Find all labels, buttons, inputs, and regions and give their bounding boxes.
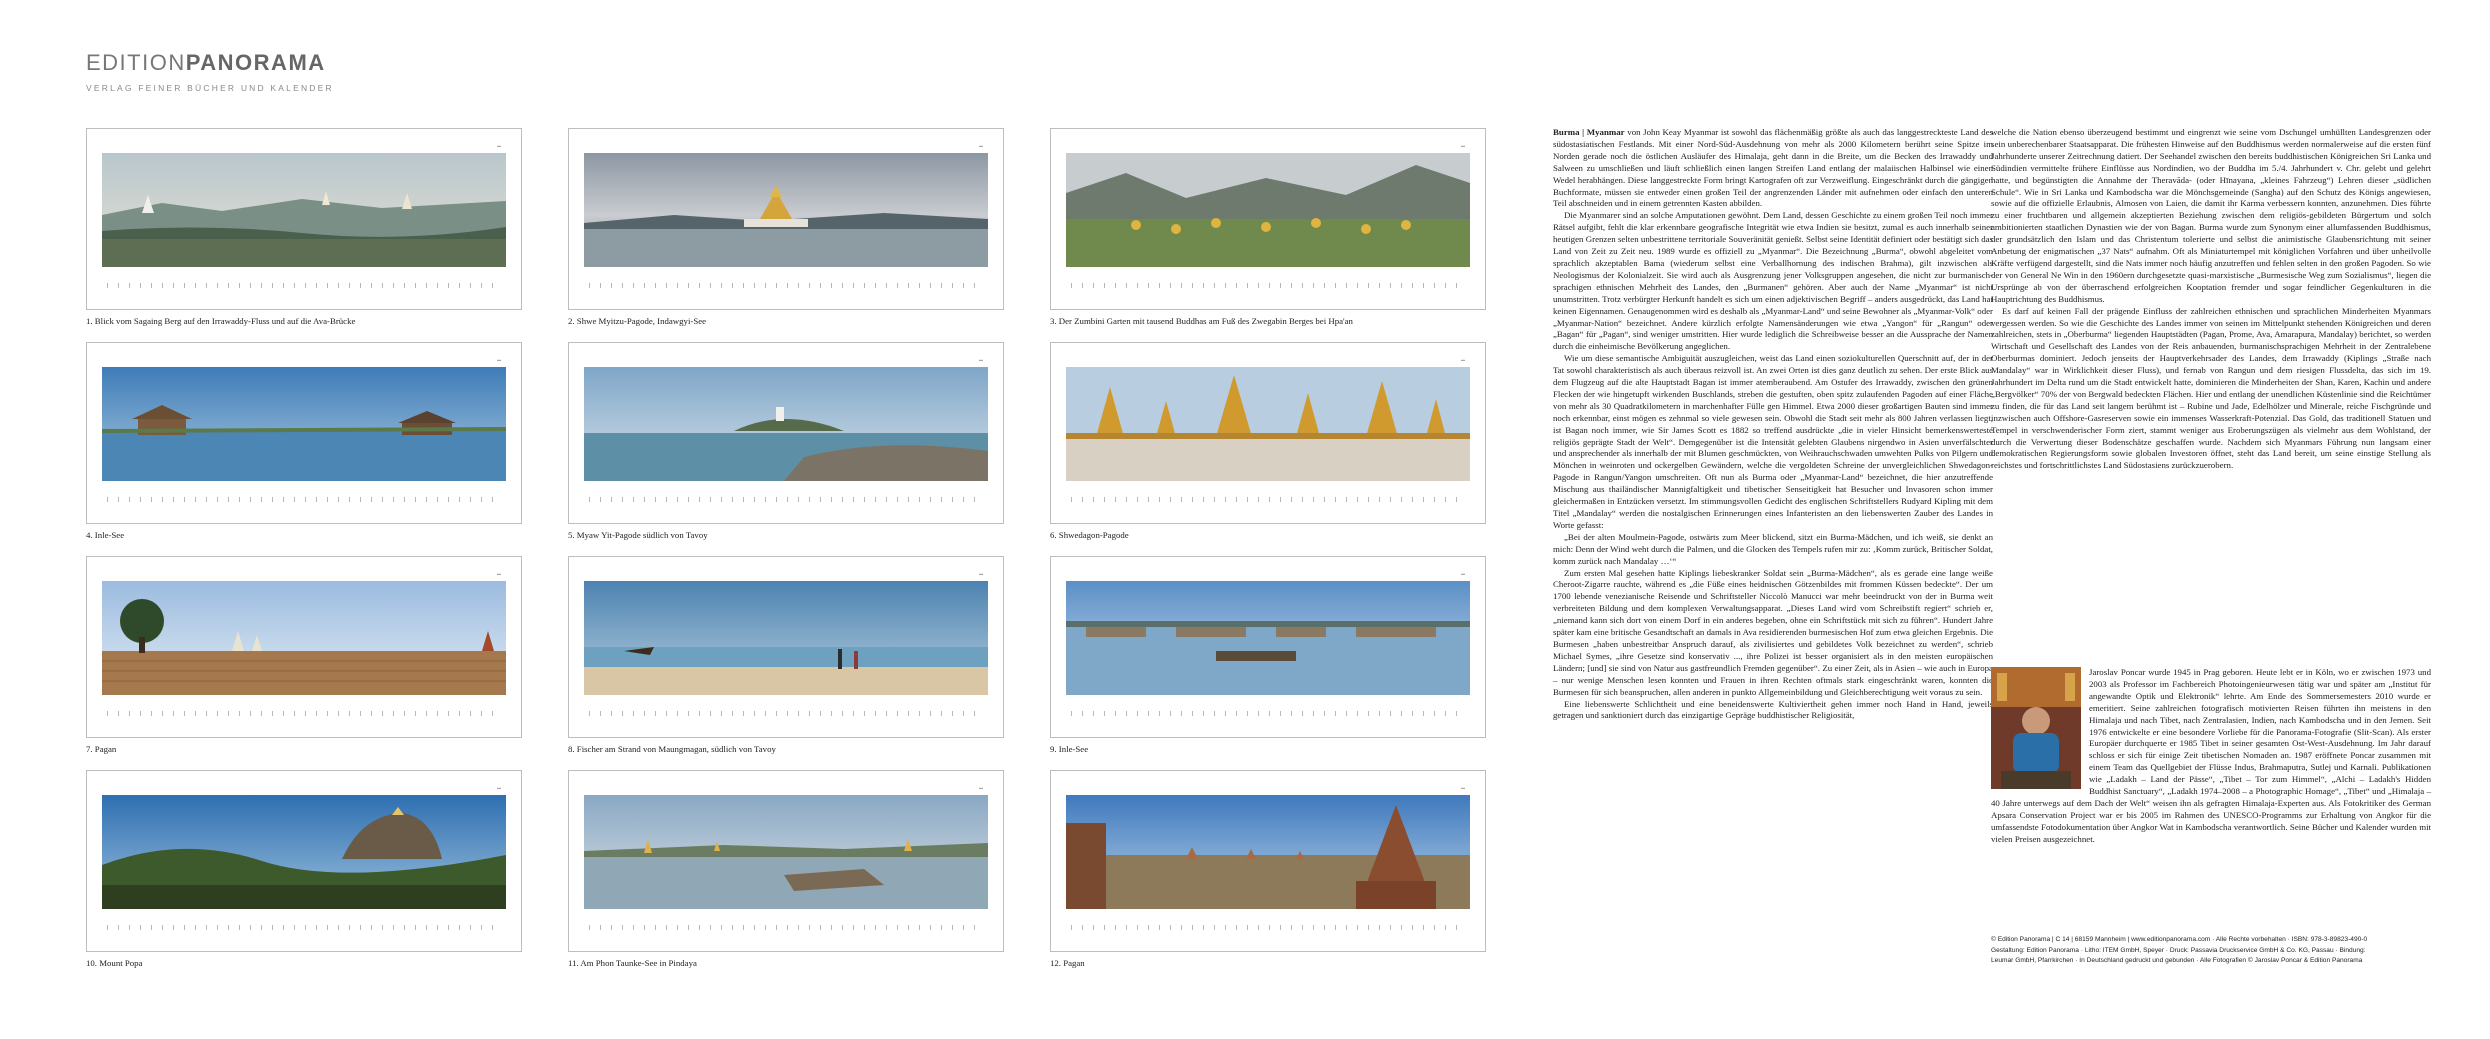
panorama-photo — [1066, 367, 1470, 481]
calendar-page-11: ▬ 11. Am Phon Taunke-See in Pindaya — [568, 770, 1004, 968]
calendar-page-card: ▬ — [86, 128, 522, 310]
calendar-day-strip — [1071, 497, 1465, 502]
publisher-tagline: VERLAG FEINER BÜCHER UND KALENDER — [86, 83, 334, 93]
calendar-page-9: ▬ 9. Inle-See — [1050, 556, 1486, 754]
calendar-day-strip — [589, 283, 983, 288]
calendar-page-card: ▬ — [86, 342, 522, 524]
article-paragraph: Zum ersten Mal gesehen hatte Kiplings li… — [1553, 567, 1993, 697]
calendar-day-strip — [107, 925, 501, 930]
page-caption: 5. Myaw Yit-Pagode südlich von Tavoy — [568, 530, 708, 540]
colophon-line: Leumar GmbH, Pfarrkirchen · In Deutschla… — [1991, 957, 2363, 965]
colophon-line: Gestaltung: Edition Panorama · Litho: IT… — [1991, 946, 2366, 954]
panorama-photo — [584, 153, 988, 267]
article-paragraph: Es darf auf keinen Fall der prägende Ein… — [1991, 305, 2431, 471]
page-caption: 8. Fischer am Strand von Maungmagan, süd… — [568, 744, 776, 754]
calendar-page-6: ▬ 6. Shwedagon-Pagode — [1050, 342, 1486, 540]
panorama-photo — [1066, 153, 1470, 267]
article-paragraph: Wie um diese semantische Ambiguität ausz… — [1553, 353, 1993, 530]
calendar-page-12: ▬ 12. Pagan — [1050, 770, 1486, 968]
colophon-line: © Edition Panorama | C 14 | 68159 Mannhe… — [1991, 936, 2368, 943]
mini-publisher-mark: ▬ — [497, 571, 501, 576]
page-caption: 11. Am Phon Taunke-See in Pindaya — [568, 958, 697, 968]
mini-publisher-mark: ▬ — [497, 785, 501, 790]
mini-publisher-mark: ▬ — [1461, 785, 1465, 790]
article-author: von John Keay — [1627, 127, 1682, 137]
article-paragraph: Eine liebenswerte Schlichtheit und eine … — [1553, 698, 1993, 721]
calendar-day-strip — [589, 497, 983, 502]
panorama-photo — [584, 367, 988, 481]
panorama-photo — [1066, 795, 1470, 909]
mini-publisher-mark: ▬ — [979, 571, 983, 576]
page-caption: 4. Inle-See — [86, 530, 125, 540]
mini-publisher-mark: ▬ — [979, 357, 983, 362]
calendar-day-strip — [589, 925, 983, 930]
panorama-photo — [584, 795, 988, 909]
calendar-day-strip — [107, 497, 501, 502]
calendar-page-card: ▬ — [1050, 342, 1486, 524]
panorama-photo — [584, 581, 988, 695]
page-caption: 9. Inle-See — [1050, 744, 1089, 754]
publisher-logo: EDITIONPANORAMA — [86, 50, 326, 75]
article-paragraph: welche die Nation ebenso überzeugend bes… — [1991, 127, 2431, 304]
panorama-photo — [102, 795, 506, 909]
article-paragraph: Die Myanmarer sind an solche Amputatione… — [1553, 210, 1993, 352]
page-caption: 12. Pagan — [1050, 958, 1085, 968]
calendar-page-card: ▬ — [1050, 770, 1486, 952]
calendar-page-card: ▬ — [1050, 556, 1486, 738]
calendar-day-strip — [1071, 925, 1465, 930]
calendar-page-card: ▬ — [568, 556, 1004, 738]
colophon: © Edition Panorama | C 14 | 68159 Mannhe… — [1991, 935, 2431, 967]
calendar-day-strip — [1071, 711, 1465, 716]
page-caption: 10. Mount Popa — [86, 958, 143, 968]
photographer-bio: Jaroslav Poncar wurde 1945 in Prag gebor… — [1991, 667, 2431, 846]
calendar-day-strip — [1071, 283, 1465, 288]
mini-publisher-mark: ▬ — [497, 143, 501, 148]
mini-publisher-mark: ▬ — [497, 357, 501, 362]
page-caption: 7. Pagan — [86, 744, 117, 754]
page-caption: 1. Blick vom Sagaing Berg auf den Irrawa… — [86, 316, 356, 326]
panorama-photo — [102, 367, 506, 481]
calendar-page-card: ▬ — [86, 770, 522, 952]
calendar-page-7: ▬ 7. Pagan — [86, 556, 522, 754]
calendar-page-card: ▬ — [1050, 128, 1486, 310]
mini-publisher-mark: ▬ — [1461, 571, 1465, 576]
page-caption: 6. Shwedagon-Pagode — [1050, 530, 1129, 540]
calendar-page-1: ▬ 1. Blick vom Sagaing Berg auf den Irra… — [86, 128, 522, 326]
mini-publisher-mark: ▬ — [979, 143, 983, 148]
calendar-day-strip — [589, 711, 983, 716]
calendar-page-10: ▬ 10. Mount Popa — [86, 770, 522, 968]
calendar-day-strip — [107, 283, 501, 288]
calendar-page-card: ▬ — [568, 342, 1004, 524]
calendar-page-8: ▬ 8. Fischer am Strand von Maungmagan, s… — [568, 556, 1004, 754]
panorama-photo — [102, 581, 506, 695]
article-column-2: welche die Nation ebenso überzeugend bes… — [1991, 127, 2431, 472]
calendar-page-5: ▬ 5. Myaw Yit-Pagode südlich von Tavoy — [568, 342, 1004, 540]
publisher-header: EDITIONPANORAMA VERLAG FEINER BÜCHER UND… — [86, 50, 334, 93]
article-paragraph: Burma | Myanmar von John Keay Myanmar is… — [1553, 127, 1993, 209]
panorama-photo — [1066, 581, 1470, 695]
calendar-page-2: ▬ 2. Shwe Myitzu-Pagode, Indawgyi-See — [568, 128, 1004, 326]
calendar-page-card: ▬ — [86, 556, 522, 738]
calendar-page-card: ▬ — [568, 128, 1004, 310]
photographer-portrait — [1991, 667, 2081, 791]
calendar-page-card: ▬ — [568, 770, 1004, 952]
mini-publisher-mark: ▬ — [979, 785, 983, 790]
article-column-1: Burma | Myanmar von John Keay Myanmar is… — [1553, 127, 1993, 722]
calendar-thumbnail-grid: ▬ 1. Blick vom Sagaing Berg auf den Irra… — [86, 128, 1486, 988]
calendar-day-strip — [107, 711, 501, 716]
mini-publisher-mark: ▬ — [1461, 357, 1465, 362]
calendar-page-3: ▬ 3. Der Zumbini Garten mit tausend Budd… — [1050, 128, 1486, 326]
article-quote: „Bei der alten Moulmein-Pagode, ostwärts… — [1553, 531, 1993, 566]
page-caption: 2. Shwe Myitzu-Pagode, Indawgyi-See — [568, 316, 707, 326]
article-title: Burma | Myanmar — [1553, 127, 1625, 137]
mini-publisher-mark: ▬ — [1461, 143, 1465, 148]
page-caption: 3. Der Zumbini Garten mit tausend Buddha… — [1050, 316, 1353, 326]
calendar-page-4: ▬ 4. Inle-See — [86, 342, 522, 540]
panorama-photo — [102, 153, 506, 267]
